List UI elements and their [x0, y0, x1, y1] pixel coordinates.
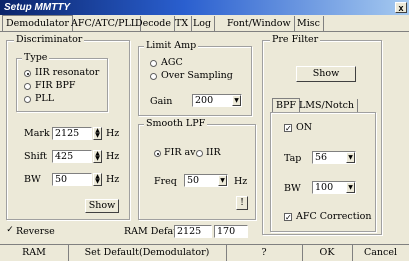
mark-input[interactable]: 2125	[52, 127, 92, 140]
title-bar: Setup MMTTY x	[0, 0, 409, 15]
iir-resonator-label: IIR resonator	[35, 67, 100, 78]
shift-input[interactable]: 425	[52, 150, 92, 163]
tab-lms-notch[interactable]: LMS/Notch	[296, 99, 359, 112]
cancel-button[interactable]: Cancel	[352, 245, 409, 261]
mark-unit: Hz	[106, 128, 120, 139]
ram-default-mark-input[interactable]: 2125	[174, 225, 212, 238]
on-checkbox[interactable]: ✓	[284, 124, 292, 133]
mark-label: Mark	[24, 128, 50, 139]
tab-demodulator[interactable]: Demodulator	[2, 15, 73, 32]
bw-input[interactable]: 50	[52, 173, 92, 186]
bw-unit: Hz	[106, 174, 120, 185]
smooth-lpf-title: Smooth LPF	[144, 118, 208, 129]
pre-bw-dropdown-arrow[interactable]: ▼	[346, 182, 355, 193]
pre-bw-label: BW	[284, 183, 301, 194]
afc-correction-checkbox[interactable]: ✓	[284, 213, 292, 222]
fir-bpf-label: FIR BPF	[35, 80, 76, 91]
tab-misc[interactable]: Misc	[294, 16, 324, 31]
shift-unit: Hz	[106, 151, 120, 162]
close-button[interactable]: x	[395, 2, 407, 13]
shift-spinner[interactable]: ▲ ▼	[93, 150, 102, 163]
tab-log[interactable]: Log	[190, 16, 216, 31]
reverse-label: Reverse	[16, 226, 55, 237]
radio-agc[interactable]	[150, 60, 157, 67]
radio-fir-av[interactable]	[154, 150, 161, 157]
setup-window: Setup MMTTY x Demodulator AFC/ATC/PLL De…	[0, 0, 409, 261]
pre-filter-title: Pre Filter	[270, 34, 321, 45]
fir-av-label: FIR av	[164, 147, 196, 158]
radio-over-sampling[interactable]	[150, 73, 157, 80]
window-title: Setup MMTTY	[4, 2, 71, 13]
reverse-checkbox[interactable]: ✓	[6, 226, 14, 235]
type-title: Type	[22, 52, 50, 63]
freq-dropdown-arrow[interactable]: ▼	[218, 175, 227, 186]
gain-label: Gain	[150, 96, 173, 107]
bw-label: BW	[24, 174, 41, 185]
bw-spinner[interactable]: ▲ ▼	[93, 173, 102, 186]
set-default-button[interactable]: Set Default(Demodulator)	[68, 245, 227, 261]
mark-spinner[interactable]: ▲ ▼	[93, 127, 102, 140]
shift-label: Shift	[24, 151, 47, 162]
tap-dropdown-arrow[interactable]: ▼	[346, 152, 355, 163]
radio-pll[interactable]	[24, 96, 31, 103]
freq-unit: Hz	[234, 176, 248, 187]
on-label: ON	[296, 122, 313, 133]
gain-dropdown-arrow[interactable]: ▼	[232, 95, 241, 106]
ram-button[interactable]: RAM	[0, 245, 69, 261]
discriminator-title: Discriminator	[14, 34, 85, 45]
lpf-more-button[interactable]: !	[236, 196, 248, 210]
discriminator-show-button[interactable]: Show	[85, 199, 119, 213]
tab-font-window[interactable]: Font/Window	[224, 16, 295, 31]
radio-iir-lpf[interactable]	[196, 150, 203, 157]
ok-button[interactable]: OK	[302, 245, 353, 261]
pre-filter-show-button[interactable]: Show	[296, 66, 356, 82]
afc-correction-label: AFC Correction	[296, 211, 372, 222]
tab-divider	[0, 31, 409, 32]
over-sampling-label: Over Sampling	[161, 70, 233, 81]
pll-label: PLL	[35, 93, 55, 104]
radio-iir-resonator[interactable]	[24, 70, 31, 77]
radio-fir-bpf[interactable]	[24, 83, 31, 90]
ram-default-shift-input[interactable]: 170	[214, 225, 248, 238]
tab-afc-atc-pll[interactable]: AFC/ATC/PLL	[68, 16, 142, 31]
tap-label: Tap	[284, 153, 302, 164]
agc-label: AGC	[161, 57, 183, 68]
tab-decode[interactable]: Decode	[132, 16, 175, 31]
limit-amp-title: Limit Amp	[144, 40, 199, 51]
iir-lpf-label: IIR	[206, 147, 221, 158]
help-button[interactable]: ?	[226, 245, 303, 261]
freq-label: Freq	[154, 176, 177, 187]
